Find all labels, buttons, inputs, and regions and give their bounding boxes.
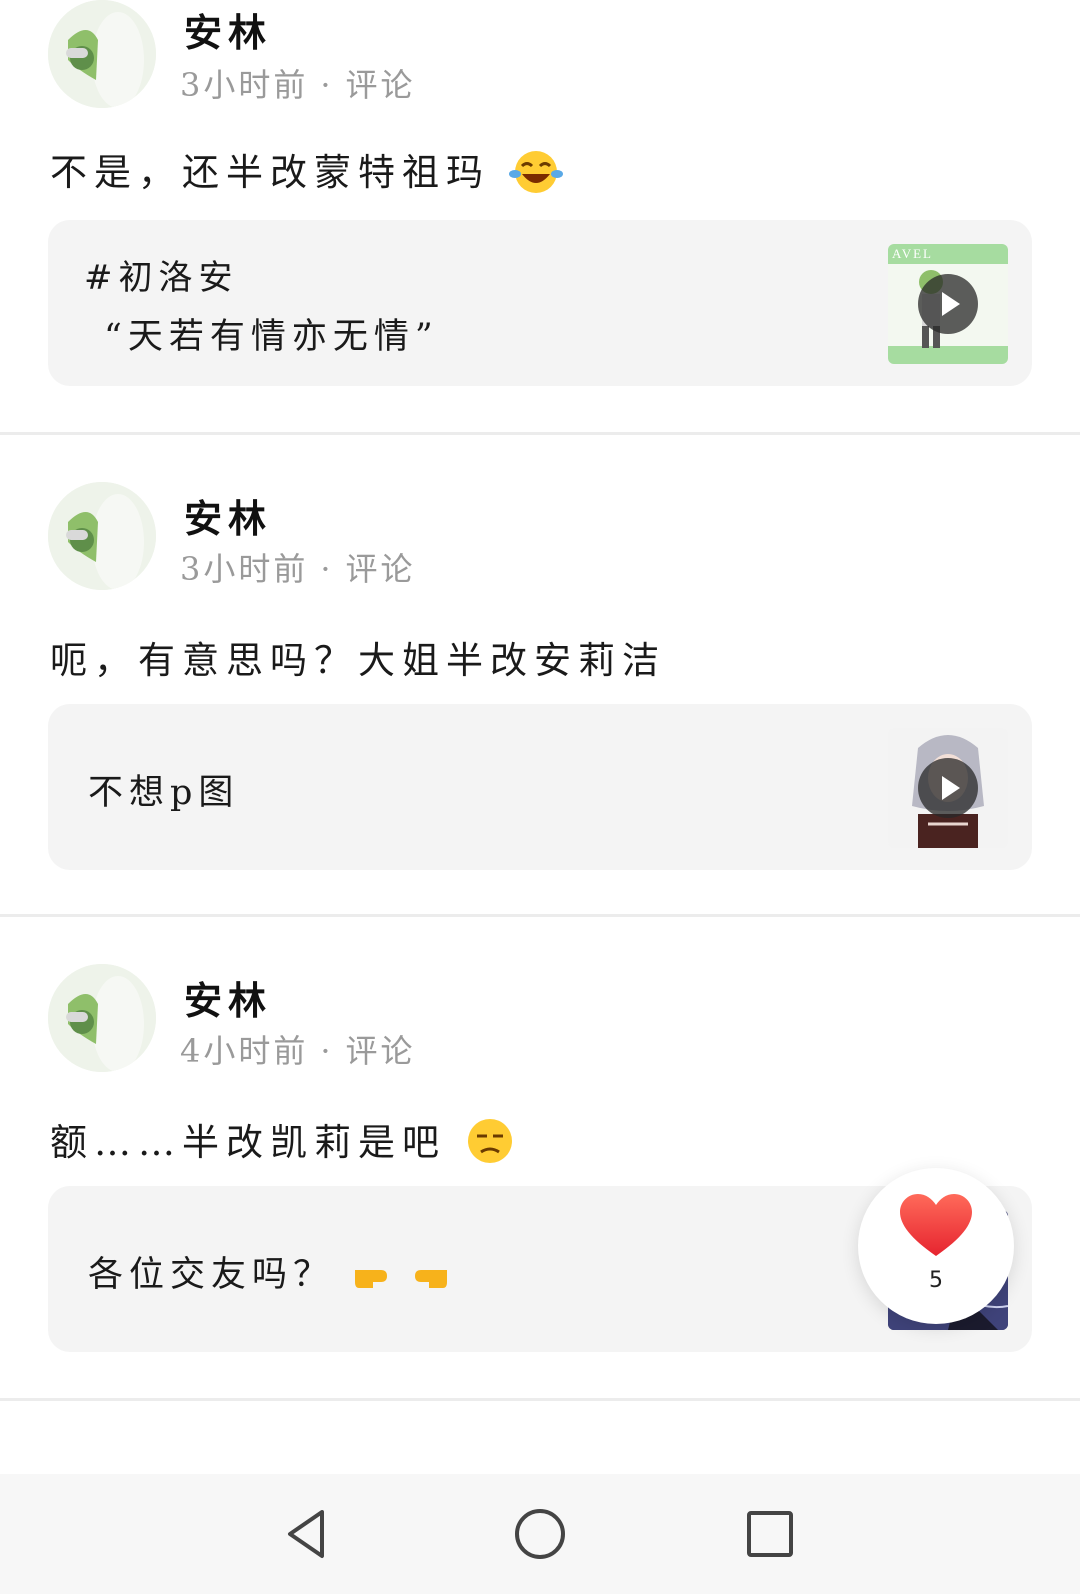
username[interactable]: 安林 (184, 2, 272, 57)
system-nav-bar (0, 1474, 1080, 1594)
post-text-content: 额……半改凯莉是吧 (50, 1121, 446, 1164)
post-meta: 3小时前 · 评论 (180, 60, 416, 106)
pointing-hands-icon (351, 1252, 451, 1301)
post-action: 评论 (345, 1032, 416, 1070)
divider (0, 914, 1080, 917)
meta-dot: · (320, 550, 334, 588)
like-count: 5 (929, 1268, 943, 1293)
post-text-content: 不是，还半改蒙特祖玛 (50, 151, 490, 194)
laughing-tears-icon (508, 148, 563, 203)
post-text-content: 呃，有意思吗？大姐半改安莉洁 (50, 639, 666, 682)
post-meta: 3小时前 · 评论 (180, 544, 416, 590)
shared-card[interactable]: #初洛安 “天若有情亦无情” AVEL (48, 220, 1032, 386)
avatar[interactable] (48, 0, 156, 108)
post-time: 4小时前 (180, 1032, 309, 1070)
video-thumbnail[interactable]: AVEL (888, 244, 1008, 364)
card-text-content: 各位交友吗？ (88, 1255, 335, 1295)
avatar[interactable] (48, 482, 156, 590)
post-time: 3小时前 (180, 550, 309, 588)
back-triangle-icon (288, 1510, 324, 1558)
play-icon[interactable] (918, 274, 978, 334)
meta-dot: · (320, 1032, 334, 1070)
like-button[interactable]: 5 (858, 1168, 1014, 1324)
post-text: 呃，有意思吗？大姐半改安莉洁 (50, 630, 666, 684)
username[interactable]: 安林 (184, 488, 272, 543)
thumb-overlay-text: AVEL (892, 246, 933, 261)
post-action: 评论 (345, 550, 416, 588)
divider (0, 1398, 1080, 1401)
home-circle-icon (515, 1509, 565, 1559)
username[interactable]: 安林 (184, 970, 272, 1025)
divider (0, 432, 1080, 435)
recents-square-icon (747, 1511, 793, 1557)
home-button[interactable] (510, 1504, 570, 1564)
avatar[interactable] (48, 964, 156, 1072)
card-text: 各位交友吗？ (88, 1246, 451, 1301)
post-meta: 4小时前 · 评论 (180, 1026, 416, 1072)
video-thumbnail[interactable] (888, 728, 1008, 848)
meta-dot: · (320, 66, 334, 104)
heart-icon (900, 1194, 972, 1256)
post-text: 不是，还半改蒙特祖玛 (50, 142, 563, 203)
card-text: 不想p图 (88, 773, 240, 813)
unamused-face-icon (465, 1116, 515, 1175)
back-button[interactable] (278, 1504, 338, 1564)
recents-button[interactable] (740, 1504, 800, 1564)
post-time: 3小时前 (180, 66, 309, 104)
shared-card[interactable]: 不想p图 (48, 704, 1032, 870)
post-action: 评论 (345, 66, 416, 104)
play-icon[interactable] (918, 758, 978, 818)
post-text: 额……半改凯莉是吧 (50, 1112, 515, 1175)
card-tag: #初洛安 (84, 258, 239, 298)
card-quote: “天若有情亦无情” (104, 317, 439, 357)
